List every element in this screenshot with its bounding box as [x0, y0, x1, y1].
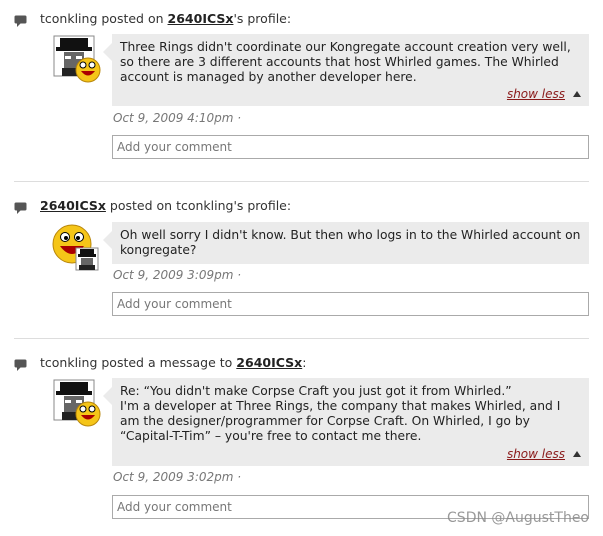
activity-suffix: 's profile: — [233, 197, 292, 213]
timestamp: Oct 9, 2009 3:02pm · — [113, 470, 242, 484]
activity-header: tconkling posted on 2640ICSx's profile: — [14, 8, 291, 28]
show-less-label[interactable]: show less — [507, 87, 565, 101]
message-bubble: Oh well sorry I didn't know. But then wh… — [103, 222, 589, 264]
message-text: I'm a developer at Three Rings, the comp… — [120, 399, 561, 443]
comment-input[interactable] — [112, 135, 589, 159]
divider — [14, 338, 589, 339]
show-less-link[interactable]: show less — [507, 447, 581, 461]
bubble-arrow — [103, 387, 112, 405]
avatar[interactable] — [52, 378, 102, 428]
collapse-arrow-icon[interactable] — [573, 451, 581, 457]
message-bubble: Re: “You didn't make Corpse Craft you ju… — [103, 378, 589, 466]
message-text: Oh well sorry I didn't know. But then wh… — [120, 228, 581, 257]
activity-verb: posted on — [109, 197, 173, 213]
activity-header-text: tconkling posted a message to 2640ICSx: — [40, 355, 306, 370]
profile-link[interactable]: 2640ICSx — [236, 355, 302, 370]
timestamp: Oct 9, 2009 4:10pm · — [113, 111, 242, 125]
activity-header-text: tconkling posted on 2640ICSx's profile: — [40, 11, 291, 26]
target-name: tconkling — [176, 197, 234, 213]
activity-verb: posted a message to — [101, 354, 233, 370]
activity-header-text: 2640ICSx posted on tconkling's profile: — [40, 198, 291, 213]
smiley-avatar-icon — [52, 224, 99, 271]
speech-bubble-icon — [14, 359, 27, 371]
message-quote: Re: “You didn't make Corpse Craft you ju… — [120, 384, 512, 398]
collapse-arrow-icon[interactable] — [573, 91, 581, 97]
message-text: Three Rings didn't coordinate our Kongre… — [120, 40, 571, 84]
avatar[interactable] — [52, 222, 102, 272]
profile-link[interactable]: 2640ICSx — [168, 11, 234, 26]
author-name: tconkling — [40, 354, 98, 370]
activity-suffix: : — [302, 354, 307, 370]
spy-avatar-icon — [53, 379, 101, 427]
avatar[interactable] — [52, 34, 102, 84]
activity-suffix: 's profile: — [233, 10, 292, 26]
speech-bubble-icon — [14, 15, 27, 27]
activity-header: 2640ICSx posted on tconkling's profile: — [14, 195, 291, 215]
comment-input[interactable] — [112, 292, 589, 316]
show-less-label[interactable]: show less — [507, 447, 565, 461]
activity-header: tconkling posted a message to 2640ICSx: — [14, 352, 306, 372]
timestamp: Oct 9, 2009 3:09pm · — [113, 268, 242, 282]
bubble-arrow — [103, 43, 112, 61]
bubble-arrow — [103, 231, 112, 249]
activity-verb: posted on — [101, 10, 164, 26]
watermark: CSDN @AugustTheo — [447, 510, 589, 526]
show-less-link[interactable]: show less — [507, 87, 581, 101]
divider — [14, 181, 589, 182]
profile-link[interactable]: 2640ICSx — [40, 198, 106, 213]
message-bubble: Three Rings didn't coordinate our Kongre… — [103, 34, 589, 106]
spy-avatar-icon — [53, 35, 101, 83]
author-name: tconkling — [40, 10, 98, 26]
speech-bubble-icon — [14, 202, 27, 214]
